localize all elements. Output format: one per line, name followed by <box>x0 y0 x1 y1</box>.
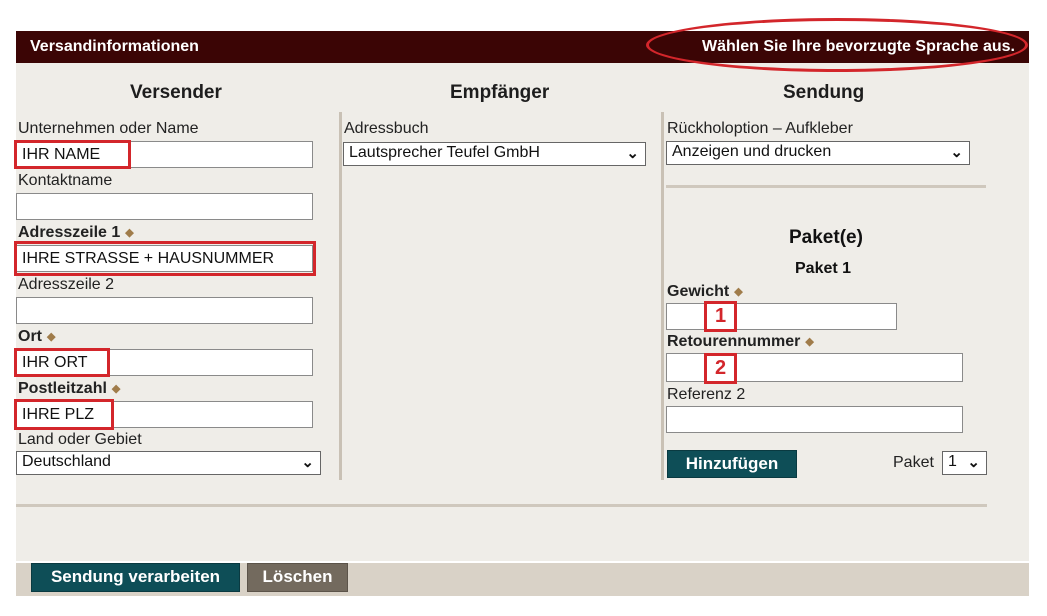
return-option-select-value: Anzeigen und drucken <box>672 143 832 160</box>
chevron-down-icon: ⌄ <box>626 145 639 162</box>
reference-label: Referenz 2 <box>667 386 746 403</box>
reference-input[interactable] <box>666 406 963 433</box>
weight-input[interactable] <box>666 303 897 330</box>
language-highlight-oval <box>646 18 1028 72</box>
country-label: Land oder Gebiet <box>18 431 142 448</box>
package-select-label: Paket <box>893 454 934 471</box>
chevron-down-icon: ⌄ <box>967 454 980 471</box>
shipping-form-panel <box>16 31 1029 561</box>
package-select[interactable]: 1 ⌄ <box>942 451 987 475</box>
return-option-select[interactable]: Anzeigen und drucken ⌄ <box>666 141 970 165</box>
required-marker-icon: ◆ <box>111 383 121 395</box>
contact-label: Kontaktname <box>18 172 113 189</box>
zip-label-text: Postleitzahl <box>18 380 107 397</box>
chevron-down-icon: ⌄ <box>301 454 314 471</box>
city-highlight-box <box>14 348 110 377</box>
marker-2-badge: 2 <box>704 353 737 384</box>
required-marker-icon: ◆ <box>734 286 743 298</box>
package-select-value: 1 <box>948 453 957 470</box>
packages-title: Paket(e) <box>789 227 863 248</box>
column-heading-sender: Versender <box>130 82 222 103</box>
required-marker-icon: ◆ <box>805 336 814 348</box>
required-marker-icon: ◆ <box>125 227 134 239</box>
contact-input[interactable] <box>16 193 313 220</box>
city-label-text: Ort <box>18 328 42 345</box>
column-heading-shipment: Sendung <box>783 82 865 103</box>
return-number-label: Retourennummer ◆ <box>667 333 814 351</box>
addressbook-select-value: Lautsprecher Teufel GmbH <box>349 144 540 161</box>
marker-1-badge: 1 <box>704 301 737 332</box>
weight-label-text: Gewicht <box>667 283 730 300</box>
delete-button[interactable]: Löschen <box>247 563 348 592</box>
return-option-label: Rückholoption – Aufkleber <box>667 120 853 137</box>
column-divider-right <box>661 112 664 480</box>
address1-label: Adresszeile 1 ◆ <box>18 224 134 242</box>
address1-highlight-box <box>14 241 316 276</box>
package-title: Paket 1 <box>795 260 852 277</box>
address2-input[interactable] <box>16 297 313 324</box>
page-title: Versandinformationen <box>30 38 199 55</box>
city-label: Ort ◆ <box>18 328 55 346</box>
required-marker-icon: ◆ <box>47 331 56 343</box>
zip-highlight-box <box>14 399 114 430</box>
process-shipment-button[interactable]: Sendung verarbeiten <box>31 563 240 592</box>
add-package-button[interactable]: Hinzufügen <box>667 450 797 478</box>
country-select-value: Deutschland <box>22 453 111 470</box>
country-select[interactable]: Deutschland ⌄ <box>16 451 321 475</box>
zip-label: Postleitzahl ◆ <box>18 380 120 398</box>
form-bottom-divider <box>16 504 987 507</box>
address2-label: Adresszeile 2 <box>18 276 115 293</box>
chevron-down-icon: ⌄ <box>950 144 963 161</box>
weight-label: Gewicht ◆ <box>667 283 743 301</box>
shipment-divider <box>666 185 986 188</box>
column-divider-left <box>339 112 342 480</box>
addressbook-select[interactable]: Lautsprecher Teufel GmbH ⌄ <box>343 142 646 166</box>
column-heading-recipient: Empfänger <box>450 82 550 103</box>
addressbook-label: Adressbuch <box>344 120 429 137</box>
company-highlight-box <box>14 140 131 169</box>
address1-label-text: Adresszeile 1 <box>18 224 121 241</box>
company-label: Unternehmen oder Name <box>18 120 199 137</box>
return-number-label-text: Retourennummer <box>667 333 801 350</box>
